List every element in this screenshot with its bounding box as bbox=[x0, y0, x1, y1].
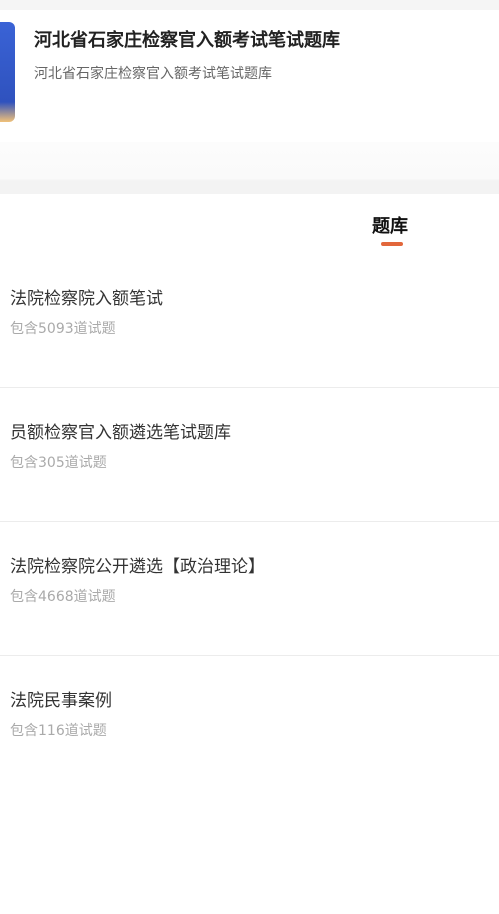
header-card: 河北省石家庄检察官入额考试笔试题库 河北省石家庄检察官入额考试笔试题库 bbox=[0, 10, 499, 142]
tab-bar: 题库 bbox=[0, 194, 499, 254]
page-title: 河北省石家庄检察官入额考试笔试题库 bbox=[34, 30, 340, 51]
question-bank-list: 法院检察院入额笔试 包含5093道试题 员额检察官入额遴选笔试题库 包含305道… bbox=[0, 254, 499, 790]
list-item-title: 法院检察院入额笔试 bbox=[10, 289, 163, 309]
cover-thumbnail bbox=[0, 22, 15, 122]
list-item-title: 法院民事案例 bbox=[10, 691, 112, 711]
section-divider bbox=[0, 142, 499, 194]
top-strip bbox=[0, 0, 499, 10]
page-subtitle: 河北省石家庄检察官入额考试笔试题库 bbox=[34, 66, 272, 82]
list-item[interactable]: 法院检察院公开遴选【政治理论】 包含4668道试题 bbox=[0, 522, 499, 656]
tab-active-indicator bbox=[381, 242, 403, 246]
list-item-count: 包含4668道试题 bbox=[10, 589, 116, 605]
tab-question-bank[interactable]: 题库 bbox=[372, 212, 408, 238]
list-item[interactable]: 法院检察院入额笔试 包含5093道试题 bbox=[0, 254, 499, 388]
list-item-count: 包含116道试题 bbox=[10, 723, 107, 739]
list-item[interactable]: 员额检察官入额遴选笔试题库 包含305道试题 bbox=[0, 388, 499, 522]
list-item-title: 法院检察院公开遴选【政治理论】 bbox=[10, 557, 265, 577]
list-item-title: 员额检察官入额遴选笔试题库 bbox=[10, 423, 231, 443]
list-item[interactable]: 法院民事案例 包含116道试题 bbox=[0, 656, 499, 790]
list-item-count: 包含305道试题 bbox=[10, 455, 107, 471]
list-item-count: 包含5093道试题 bbox=[10, 321, 116, 337]
page: 河北省石家庄检察官入额考试笔试题库 河北省石家庄检察官入额考试笔试题库 题库 法… bbox=[0, 0, 499, 914]
